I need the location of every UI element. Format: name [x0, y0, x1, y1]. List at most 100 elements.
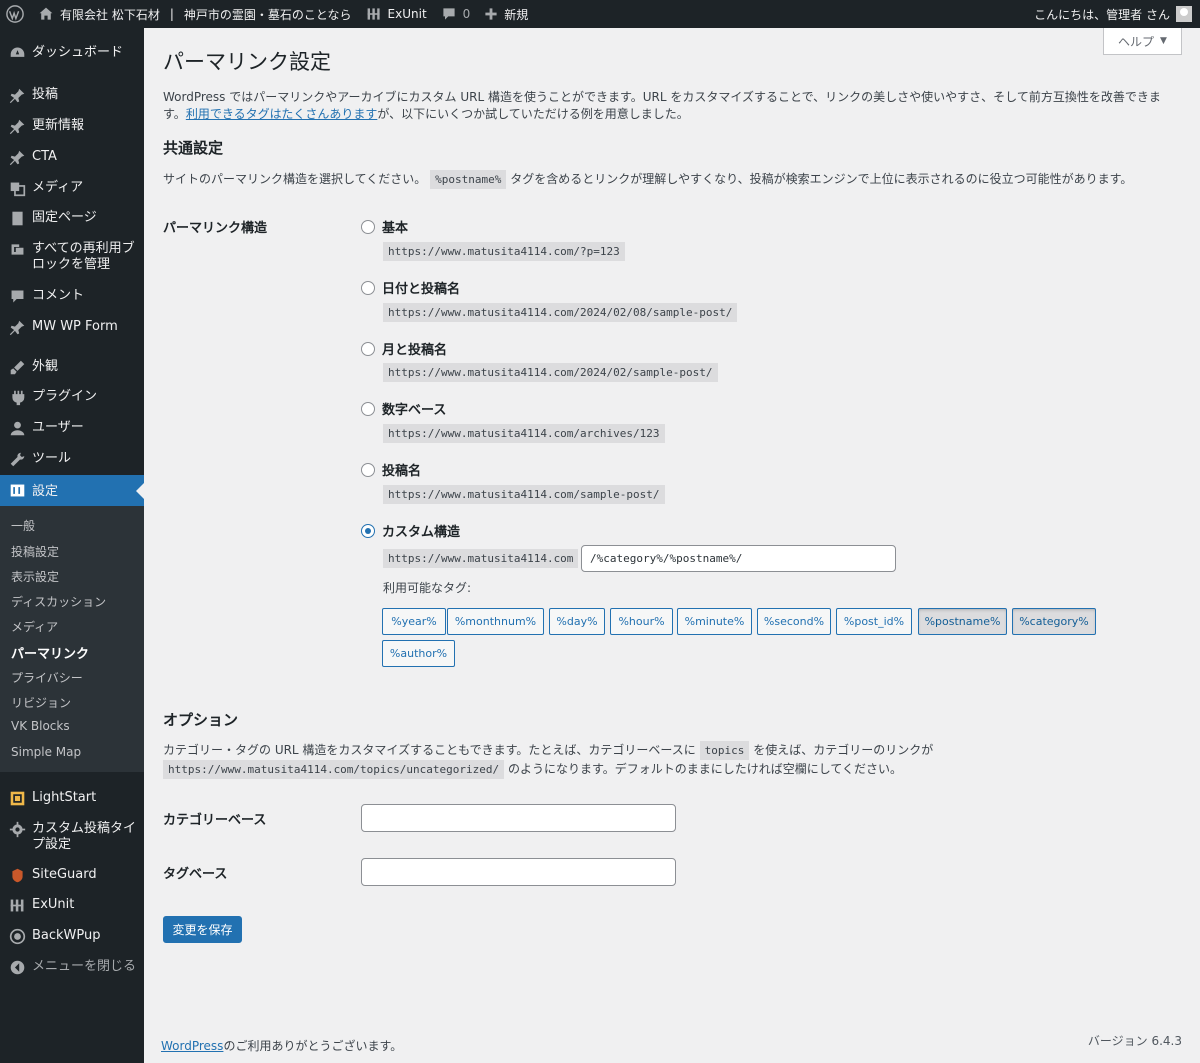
submenu-item-3[interactable]: ディスカッション	[11, 593, 106, 610]
permalink-option-0[interactable]: 基本	[361, 217, 408, 236]
sidebar-item-17[interactable]: ExUnit	[0, 895, 144, 915]
permalink-option-5[interactable]: カスタム構造	[361, 521, 460, 540]
new-label: 新規	[504, 7, 529, 22]
submenu-item-4[interactable]: メディア	[11, 618, 58, 635]
options-desc-line1: カテゴリー・タグの URL 構造をカスタマイズすることもできます。たとえば、カテ…	[163, 740, 933, 761]
tag-button-monthnum[interactable]: %monthnum%	[447, 608, 544, 635]
sidebar-item-label: メニューを閉じる	[32, 959, 137, 974]
tag-button-author[interactable]: %author%	[382, 640, 455, 667]
tag-button-day[interactable]: %day%	[549, 608, 605, 635]
page-icon	[7, 208, 27, 228]
permalink-option-4[interactable]: 投稿名	[361, 460, 421, 479]
sidebar-item-11[interactable]: ユーザー	[0, 418, 144, 438]
tag-button-postname[interactable]: %postname%	[918, 608, 1007, 635]
sidebar-item-4[interactable]: メディア	[0, 178, 144, 198]
sidebar-item-0[interactable]: ダッシュボード	[0, 43, 144, 63]
sidebar-item-13[interactable]: 設定	[0, 475, 144, 506]
tag-button-minute[interactable]: %minute%	[677, 608, 752, 635]
common-desc-post: タグを含めるとリンクが理解しやすくなり、投稿が検索エンジンで上位に表示されるのに…	[510, 172, 1133, 186]
sidebar-item-14[interactable]: LightStart	[0, 788, 144, 808]
sample-category-url-code: https://www.matusita4114.com/topics/unca…	[163, 760, 505, 779]
sidebar-item-19[interactable]: メニューを閉じる	[0, 957, 144, 977]
sidebar-item-3[interactable]: CTA	[0, 147, 144, 167]
sidebar-item-1[interactable]: 投稿	[0, 85, 144, 105]
pin-icon	[7, 317, 27, 337]
tag-button-hour[interactable]: %hour%	[610, 608, 673, 635]
radio-button[interactable]	[361, 401, 375, 416]
sidebar-item-label: すべての再利用ブロックを管理	[32, 241, 135, 272]
submenu-item-0[interactable]: 一般	[11, 517, 35, 534]
pin-icon	[7, 85, 27, 105]
pin-icon	[7, 116, 27, 136]
radio-button[interactable]	[361, 219, 375, 234]
postname-code: %postname%	[430, 170, 507, 189]
avatar	[1176, 6, 1192, 22]
sidebar-item-9[interactable]: 外観	[0, 357, 144, 377]
wrench-icon	[7, 449, 27, 469]
tag-button-category[interactable]: %category%	[1012, 608, 1096, 635]
wordpress-link[interactable]: WordPress	[161, 1039, 223, 1053]
tag-base-input[interactable]	[361, 858, 676, 886]
radio-button[interactable]	[361, 462, 375, 477]
tag-button-second[interactable]: %second%	[757, 608, 831, 635]
sidebar-item-7[interactable]: コメント	[0, 286, 144, 306]
options-desc-pre: カテゴリー・タグの URL 構造をカスタマイズすることもできます。たとえば、カテ…	[163, 743, 696, 757]
sidebar-item-16[interactable]: SiteGuard	[0, 865, 144, 885]
permalink-sample-url: https://www.matusita4114.com/sample-post…	[383, 485, 665, 504]
permalink-sample-url: https://www.matusita4114.com/?p=123	[383, 242, 625, 261]
permalink-option-2[interactable]: 月と投稿名	[361, 339, 447, 358]
submenu-item-8[interactable]: VK Blocks	[11, 719, 70, 733]
permalink-option-label: 日付と投稿名	[382, 282, 461, 297]
page-title: パーマリンク設定	[163, 50, 331, 74]
siteguard-icon	[7, 865, 27, 885]
wp-logo-icon[interactable]	[0, 0, 31, 28]
radio-button[interactable]	[361, 280, 375, 295]
sidebar-item-8[interactable]: MW WP Form	[0, 317, 144, 337]
sidebar-item-label: メディア	[32, 180, 84, 195]
main-content: ヘルプ ▼ パーマリンク設定 WordPress ではパーマリンクやアーカイブに…	[144, 28, 1200, 1063]
submenu-item-9[interactable]: Simple Map	[11, 745, 81, 759]
options-desc-line2: https://www.matusita4114.com/topics/unca…	[163, 759, 902, 780]
sidebar-item-2[interactable]: 更新情報	[0, 116, 144, 136]
options-desc-post: を使えば、カテゴリーのリンクが	[753, 743, 934, 757]
permalink-option-3[interactable]: 数字ベース	[361, 399, 446, 418]
submenu-item-2[interactable]: 表示設定	[11, 568, 59, 585]
help-button[interactable]: ヘルプ ▼	[1103, 28, 1182, 55]
sidebar-item-label: ダッシュボード	[32, 45, 124, 60]
permalink-option-label: 月と投稿名	[382, 343, 448, 358]
submenu-item-6[interactable]: プライバシー	[11, 669, 83, 686]
media-icon	[7, 178, 27, 198]
save-changes-button[interactable]: 変更を保存	[163, 916, 242, 943]
plus-icon	[485, 8, 497, 20]
sidebar-item-15[interactable]: カスタム投稿タイプ設定	[0, 819, 144, 853]
radio-button[interactable]	[361, 341, 375, 356]
new-content-link[interactable]: 新規	[477, 0, 535, 28]
admin-sidebar: 一般 投稿設定 表示設定 ディスカッション メディア パーマリンク プライバシー リビジョン V…	[0, 28, 144, 1063]
custom-structure-input[interactable]	[581, 545, 896, 572]
comment-icon	[443, 8, 455, 20]
tag-button-year[interactable]: %year%	[382, 608, 446, 635]
sidebar-item-18[interactable]: BackWPup	[0, 926, 144, 946]
category-base-label: カテゴリーベース	[163, 813, 267, 828]
sidebar-item-5[interactable]: 固定ページ	[0, 208, 144, 228]
sidebar-item-label: CTA	[32, 149, 57, 164]
comments-link[interactable]: 0	[434, 0, 478, 28]
user-icon	[7, 418, 27, 438]
permalink-sample-url: https://www.matusita4114.com	[383, 549, 579, 568]
site-name-link[interactable]: 有限会社 松下石材 | 神戸市の霊園・墓石のことなら	[31, 0, 359, 28]
tag-button-post_id[interactable]: %post_id%	[836, 608, 912, 635]
submenu-item-5[interactable]: パーマリンク	[11, 643, 89, 662]
submenu-item-1[interactable]: 投稿設定	[11, 543, 59, 560]
submenu-item-7[interactable]: リビジョン	[11, 694, 71, 711]
permalink-option-1[interactable]: 日付と投稿名	[361, 278, 460, 297]
sidebar-item-12[interactable]: ツール	[0, 449, 144, 469]
radio-button[interactable]	[361, 523, 375, 538]
sidebar-item-10[interactable]: プラグイン	[0, 387, 144, 407]
exunit-menu[interactable]: ExUnit	[359, 0, 434, 28]
category-base-input[interactable]	[361, 804, 676, 832]
my-account-link[interactable]: こんにちは、管理者 さん	[1027, 0, 1200, 28]
available-tags-link[interactable]: 利用できるタグはたくさんあります	[186, 107, 378, 121]
sidebar-item-label: 設定	[32, 483, 59, 499]
sidebar-item-6[interactable]: すべての再利用ブロックを管理	[0, 239, 144, 273]
sidebar-item-label: 固定ページ	[32, 210, 97, 225]
